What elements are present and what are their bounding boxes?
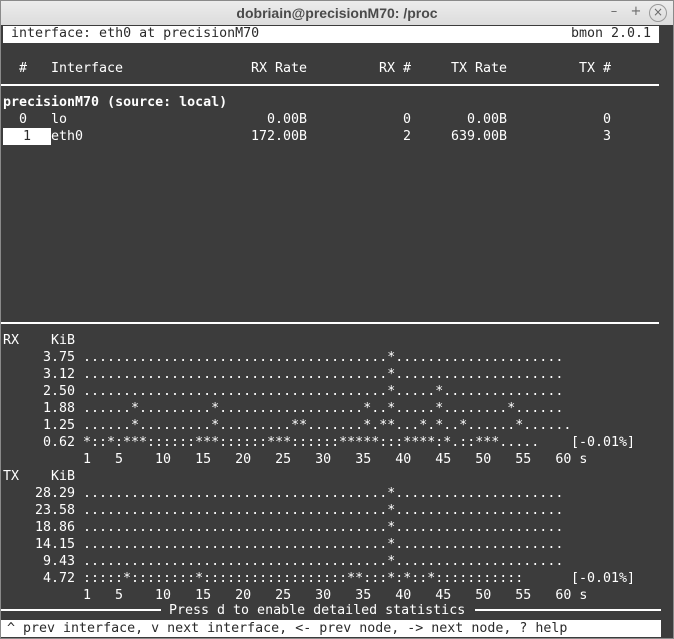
window-title: dobriain@precisionM70: /proc — [236, 5, 438, 21]
tx-y-tick: 23.58 — [34, 503, 75, 518]
rx-y-tick: 3.12 — [42, 367, 75, 382]
interface-info: interface: eth0 at precisionM70 — [11, 26, 260, 41]
terminal-content[interactable]: interface: eth0 at precisionM70 bmon 2.0… — [1, 25, 673, 638]
close-icon[interactable]: × — [649, 4, 667, 22]
rx-y-tick: 3.75 — [42, 350, 75, 365]
row-interface: eth0 — [51, 129, 84, 144]
tx-graph-line: ......................................*.… — [83, 554, 564, 569]
rx-y-tick: 2.50 — [42, 384, 75, 399]
tx-graph-line: ......................................*.… — [83, 503, 564, 518]
col-interface: Interface — [51, 61, 124, 76]
tx-unit: KiB — [51, 469, 76, 484]
tx-y-tick: 14.15 — [34, 537, 75, 552]
rx-graph-line: ......*.........*.........**.......*.**.… — [83, 418, 572, 433]
rx-y-tick: 0.62 — [42, 435, 75, 450]
col-num: # — [19, 61, 28, 76]
tx-y-tick: 9.43 — [42, 554, 75, 569]
terminal-window: dobriain@precisionM70: /proc – + × inter… — [0, 0, 674, 639]
row-tx-rate: 639.00B — [450, 129, 507, 144]
row-rx-rate: 172.00B — [250, 129, 307, 144]
row-tx-count: 3 — [603, 129, 612, 144]
row-num: 0 — [19, 112, 28, 127]
tx-y-tick: 18.86 — [34, 520, 75, 535]
rx-graph-line: ......*.........*..................*..*.… — [83, 401, 564, 416]
row-tx-rate: 0.00B — [466, 112, 507, 127]
row-num: 1 — [3, 128, 51, 145]
row-rx-count: 0 — [403, 112, 412, 127]
rx-unit: KiB — [51, 333, 76, 348]
col-tx-rate: TX Rate — [451, 61, 508, 76]
title-bar[interactable]: dobriain@precisionM70: /proc – + × — [1, 1, 673, 26]
hint-rule-right — [475, 609, 661, 611]
bmon-version: bmon 2.0.1 — [570, 26, 651, 41]
graph-divider — [1, 322, 659, 324]
bmon-header: interface: eth0 at precisionM70 bmon 2.0… — [3, 26, 659, 43]
rx-graph-line: ......................................*.… — [83, 350, 564, 365]
tx-y-tick: 4.72 — [42, 571, 75, 586]
rx-y-tick: 1.25 — [42, 418, 75, 433]
minimize-icon[interactable]: – — [605, 3, 623, 21]
tx-graph-line: ......................................*.… — [83, 520, 564, 535]
scrollbar[interactable] — [661, 25, 673, 638]
rx-graph-line: ......................................*.… — [83, 384, 564, 399]
tx-graph-line: ......................................*.… — [83, 537, 564, 552]
rx-label: RX — [3, 333, 20, 348]
rx-graph-line: ......................................*.… — [83, 367, 564, 382]
row-interface: lo — [51, 112, 68, 127]
tx-graph-line: :::::*::::::::*::::::::::::::::::**:::*:… — [83, 571, 524, 586]
status-bar: ^ prev interface, v next interface, <- p… — [1, 620, 661, 637]
rx-graph-line: *::*:***::::::***::::::***::::::*****:::… — [83, 435, 540, 450]
key-help: ^ prev interface, v next interface, <- p… — [7, 621, 568, 636]
rx-x-axis: 1 5 10 15 20 25 30 35 40 45 50 55 60 s — [75, 452, 588, 467]
rx-percent: [-0.01%] — [571, 435, 636, 450]
maximize-icon[interactable]: + — [627, 3, 645, 21]
header-divider — [1, 84, 659, 86]
row-rx-count: 2 — [403, 129, 412, 144]
col-rx-count: RX # — [379, 61, 412, 76]
row-tx-count: 0 — [603, 112, 612, 127]
tx-label: TX — [3, 469, 20, 484]
node-name: precisionM70 (source: local) — [3, 95, 228, 110]
detail-hint: Press d to enable detailed statistics — [169, 603, 466, 618]
tx-percent: [-0.01%] — [571, 571, 636, 586]
hint-rule-left — [1, 609, 161, 611]
tx-y-tick: 28.29 — [34, 486, 75, 501]
row-rx-rate: 0.00B — [266, 112, 307, 127]
col-rx-rate: RX Rate — [251, 61, 308, 76]
rx-y-tick: 1.88 — [42, 401, 75, 416]
col-tx-count: TX # — [579, 61, 612, 76]
tx-graph-line: ......................................*.… — [83, 486, 564, 501]
